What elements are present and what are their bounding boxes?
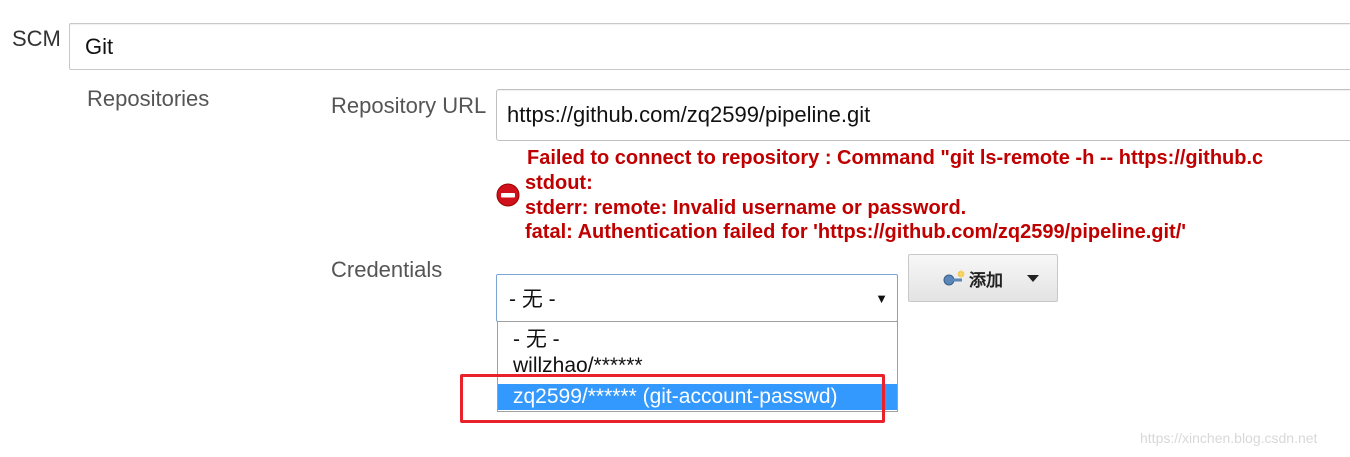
- repository-url-label: Repository URL: [331, 93, 487, 118]
- scm-select[interactable]: Git: [69, 23, 1350, 70]
- annotation-highlight-box: [460, 374, 885, 423]
- add-credentials-button[interactable]: 添加: [908, 254, 1058, 302]
- error-line-4: fatal: Authentication failed for 'https:…: [525, 221, 1187, 243]
- credentials-label: Credentials: [331, 257, 443, 282]
- error-stop-icon: [496, 183, 520, 207]
- error-line-1: Failed to connect to repository : Comman…: [527, 147, 1264, 169]
- credentials-select[interactable]: - 无 - ▼: [496, 274, 898, 322]
- error-details: stdout: stderr: remote: Invalid username…: [525, 171, 1186, 245]
- dropdown-option-none[interactable]: - 无 -: [498, 327, 897, 353]
- error-message: Failed to connect to repository : Comman…: [527, 146, 1263, 171]
- repositories-label: Repositories: [87, 86, 210, 111]
- scm-label: SCM: [12, 26, 61, 51]
- chevron-down-icon[interactable]: [1027, 274, 1039, 282]
- scm-value: Git: [85, 33, 114, 59]
- error-line-3: stderr: remote: Invalid username or pass…: [525, 196, 967, 219]
- add-button-label: 添加: [969, 270, 1003, 290]
- repository-url-value: https://github.com/zq2599/pipeline.git: [507, 102, 871, 127]
- dropdown-arrow-icon: ▼: [875, 290, 888, 306]
- credentials-selected-value: - 无 -: [509, 288, 556, 311]
- key-add-icon: [943, 269, 966, 286]
- watermark: https://xinchen.blog.csdn.net: [1140, 430, 1318, 446]
- repository-url-input[interactable]: https://github.com/zq2599/pipeline.git: [496, 89, 1350, 141]
- error-line-2: stdout:: [525, 172, 593, 194]
